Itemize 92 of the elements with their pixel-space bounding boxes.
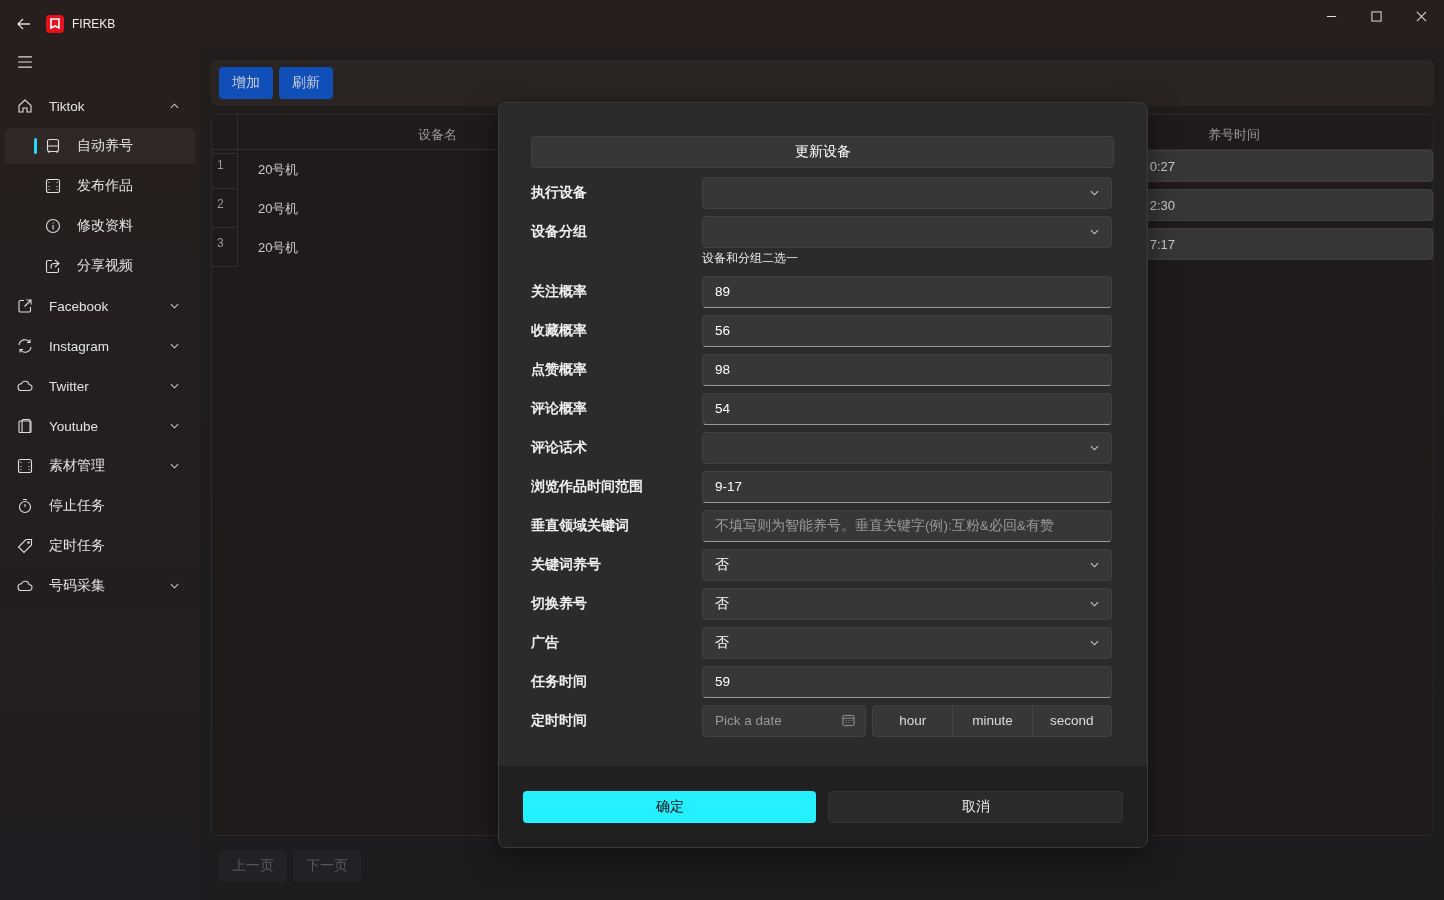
input-field[interactable]: 9-17 [702, 470, 1112, 503]
field-label: 广告 [531, 633, 560, 652]
nav-item[interactable]: Instagram [5, 328, 195, 364]
maximize-icon[interactable] [1371, 11, 1382, 22]
nav-item[interactable]: 停止任务 [5, 488, 195, 524]
app-logo-icon [46, 15, 64, 33]
nav-item[interactable]: Youtube [5, 408, 195, 444]
chevron-down-icon [1090, 561, 1099, 568]
column-header: 设备名 [416, 125, 458, 144]
clipboard-icon [17, 418, 33, 434]
back-arrow-icon[interactable] [16, 16, 32, 32]
date-picker[interactable]: Pick a date [702, 704, 866, 737]
nav-item[interactable]: 自动养号 [5, 128, 195, 164]
table-cell: 20号机 [258, 199, 299, 218]
cloud-icon [17, 578, 33, 594]
nav-item[interactable]: 素材管理 [5, 448, 195, 484]
nav-item[interactable]: 发布作品 [5, 168, 195, 204]
table-cell-text: 7:17 [1149, 236, 1176, 252]
cloud-icon [17, 378, 33, 394]
chevron-down-icon [170, 463, 179, 469]
film-icon [45, 178, 61, 194]
nav-item[interactable]: 号码采集 [5, 568, 195, 604]
timer-icon [17, 498, 33, 514]
field-label: 切换养号 [531, 594, 588, 613]
dropdown-field[interactable] [702, 215, 1112, 248]
field-label: 评论话术 [531, 438, 588, 457]
dropdown-field[interactable]: 否 [702, 587, 1112, 620]
nav-item[interactable]: 定时任务 [5, 528, 195, 564]
row-number: 1 [217, 158, 224, 172]
input-field[interactable]: 89 [702, 275, 1112, 308]
calendar-icon [842, 714, 855, 727]
table-cell: 20号机 [258, 160, 299, 179]
chevron-down-icon [170, 423, 179, 429]
input-field[interactable]: 56 [702, 314, 1112, 347]
field-label: 垂直领域关键词 [531, 516, 630, 535]
selection-indicator [34, 138, 37, 154]
row-number: 2 [217, 197, 224, 211]
film-icon [17, 458, 33, 474]
sync-icon [17, 338, 33, 354]
chevron-up-icon [170, 103, 179, 109]
field-label: 点赞概率 [531, 360, 588, 379]
field-label: 关键词养号 [531, 555, 602, 574]
dropdown-field[interactable]: 否 [702, 548, 1112, 581]
tag-icon [17, 538, 33, 554]
input-field[interactable]: 不填写则为智能养号。垂直关键字(例):互粉&必回&有赞 [702, 509, 1112, 542]
chevron-down-icon [170, 383, 179, 389]
field-label: 关注概率 [531, 282, 588, 301]
input-field[interactable]: 59 [702, 665, 1112, 698]
home-icon [17, 98, 33, 114]
field-label: 浏览作品时间范围 [531, 477, 644, 496]
toolbar-button[interactable]: 刷新 [279, 67, 333, 99]
toolbar-button[interactable]: 增加 [219, 67, 273, 99]
hint-text: 设备和分组二选一 [702, 250, 799, 266]
nav-item[interactable]: 修改资料 [5, 208, 195, 244]
dialog-header-button[interactable]: 更新设备 [531, 136, 1114, 168]
dropdown-field[interactable]: 否 [702, 626, 1112, 659]
close-icon[interactable] [1416, 11, 1427, 22]
chevron-down-icon [1090, 444, 1099, 451]
dropdown-field[interactable] [702, 431, 1112, 464]
chevron-down-icon [170, 303, 179, 309]
field-label: 评论概率 [531, 399, 588, 418]
chevron-down-icon [1090, 639, 1099, 646]
confirm-button[interactable]: 确定 [523, 790, 816, 823]
chevron-down-icon [170, 343, 179, 349]
row-number: 3 [217, 236, 224, 250]
input-field[interactable]: 98 [702, 353, 1112, 386]
chevron-down-icon [1090, 600, 1099, 607]
field-label: 执行设备 [531, 183, 588, 202]
field-label: 设备分组 [531, 222, 588, 241]
nav-item[interactable]: Twitter [5, 368, 195, 404]
chevron-down-icon [1090, 228, 1099, 235]
dropdown-field[interactable] [702, 176, 1112, 209]
table-cell-text: 2:30 [1149, 197, 1176, 213]
nav-item[interactable]: Facebook [5, 288, 195, 324]
table-cell-text: 0:27 [1149, 158, 1176, 174]
field-label: 任务时间 [531, 672, 588, 691]
window-title: FIREKB [72, 17, 116, 31]
input-field[interactable]: 54 [702, 392, 1112, 425]
table-cell: 20号机 [258, 238, 299, 257]
cancel-button[interactable]: 取消 [828, 790, 1123, 823]
chevron-down-icon [170, 583, 179, 589]
bus-icon [45, 138, 61, 154]
chevron-down-icon [1090, 189, 1099, 196]
nav-item[interactable]: Tiktok [5, 88, 195, 124]
menu-icon[interactable] [17, 56, 33, 68]
nav-item[interactable]: 分享视频 [5, 248, 195, 284]
column-header: 养号时间 [1206, 125, 1261, 144]
share-icon [45, 258, 61, 274]
external-link-icon [17, 298, 33, 314]
info-icon [45, 218, 61, 234]
field-label: 收藏概率 [531, 321, 588, 340]
field-label: 定时时间 [531, 711, 588, 730]
